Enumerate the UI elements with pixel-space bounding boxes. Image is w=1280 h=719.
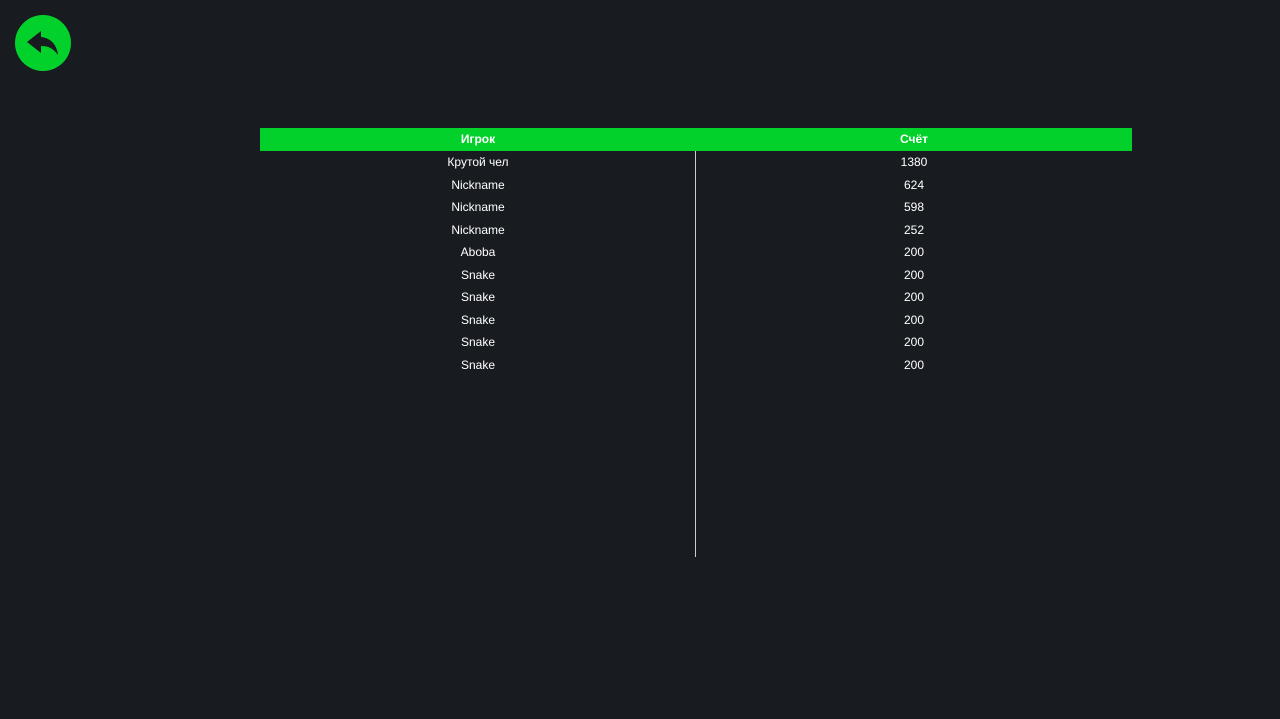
player-score: 200 (903, 267, 925, 282)
player-name: Snake (460, 267, 496, 282)
player-score: 200 (903, 290, 925, 304)
player-score: 200 (903, 245, 925, 259)
table-row: Nickname 252 (260, 219, 1132, 242)
table-row: Nickname 598 (260, 196, 1132, 219)
player-name: Крутой чел (447, 155, 509, 169)
table-row: Snake 200 (260, 331, 1132, 354)
leaderboard-table: Игрок Счёт Крутой чел 1380 Nickname 624 … (260, 128, 1132, 557)
player-name: Nickname (451, 222, 505, 237)
player-score: 252 (903, 222, 925, 237)
player-name: Nickname (451, 200, 505, 214)
player-score: 200 (903, 357, 925, 372)
table-row: Nickname 624 (260, 174, 1132, 197)
player-score: 598 (903, 200, 925, 214)
back-arrow-icon (27, 31, 58, 55)
table-row: Snake 200 (260, 286, 1132, 309)
table-row: Крутой чел 1380 (260, 151, 1132, 174)
table-row: Snake 200 (260, 264, 1132, 287)
table-body: Крутой чел 1380 Nickname 624 Nickname 59… (260, 151, 1132, 557)
player-name: Aboba (460, 245, 496, 259)
table-row: Aboba 200 (260, 241, 1132, 264)
column-header-player: Игрок (460, 132, 496, 146)
table-row: Snake 200 (260, 309, 1132, 332)
player-name: Snake (460, 357, 496, 372)
column-divider (695, 151, 696, 557)
player-score: 200 (903, 312, 925, 327)
table-row: Snake 200 (260, 354, 1132, 377)
column-header-score: Счёт (899, 132, 929, 146)
player-score: 200 (903, 335, 925, 349)
player-name: Snake (460, 290, 496, 304)
player-name: Snake (460, 335, 496, 349)
player-name: Nickname (451, 177, 505, 192)
player-score: 624 (903, 177, 925, 192)
player-score: 1380 (900, 155, 928, 169)
player-name: Snake (460, 312, 496, 327)
table-header: Игрок Счёт (260, 128, 1132, 151)
back-button[interactable] (15, 15, 71, 71)
